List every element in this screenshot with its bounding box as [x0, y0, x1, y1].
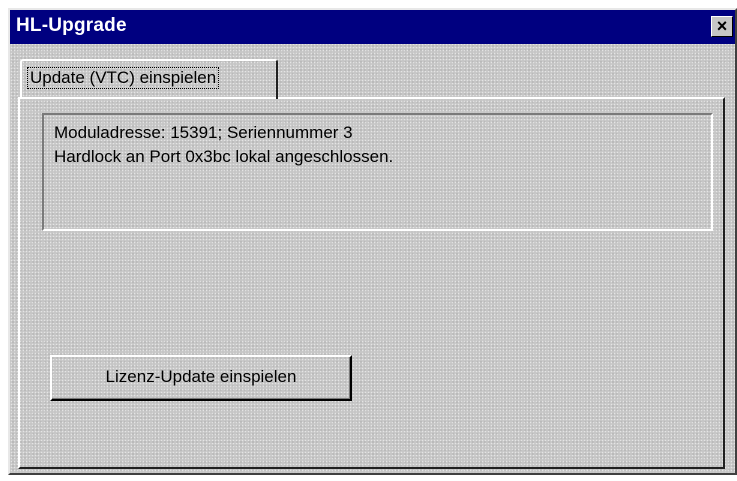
hardlock-status-text: Hardlock an Port 0x3bc lokal angeschloss…: [54, 147, 394, 166]
info-text-box: Moduladresse: 15391; Seriennummer 3 Hard…: [42, 113, 713, 231]
window-title: HL-Upgrade: [16, 15, 127, 36]
license-update-button[interactable]: Lizenz-Update einspielen: [50, 355, 352, 401]
tab-label: Update (VTC) einspielen: [26, 67, 220, 89]
tab-update-vtc[interactable]: Update (VTC) einspielen: [20, 59, 278, 99]
module-address-text: Moduladresse: 15391; Seriennummer 3: [54, 123, 353, 142]
close-icon: ×: [716, 16, 728, 36]
title-bar[interactable]: HL-Upgrade ×: [10, 10, 735, 44]
close-button[interactable]: ×: [711, 16, 733, 37]
